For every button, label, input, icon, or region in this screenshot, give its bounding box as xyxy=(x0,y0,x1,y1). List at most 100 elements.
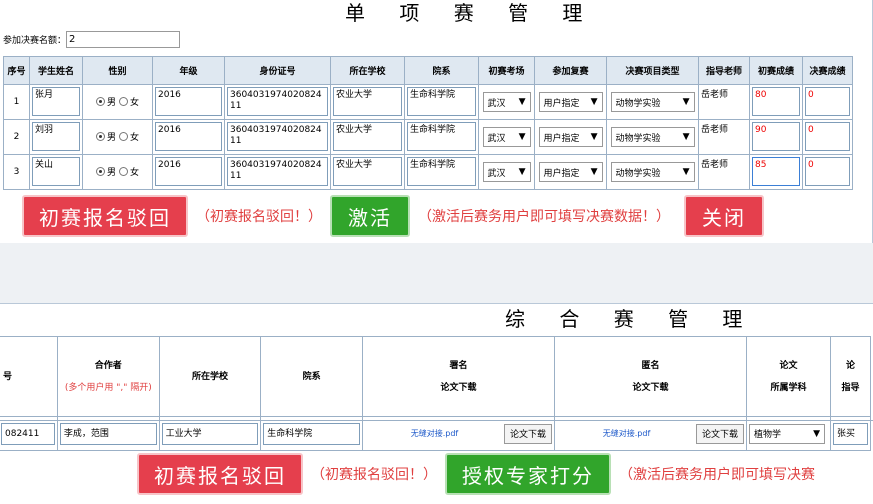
col-header: 院系 xyxy=(404,56,479,85)
type-cell: 动物学实验 ▼ xyxy=(606,154,699,190)
school-input[interactable]: 农业大学 xyxy=(333,122,402,151)
score1-input[interactable]: 80 xyxy=(752,87,800,116)
dept-cell[interactable]: 生命科学院 xyxy=(404,84,479,120)
grade-cell[interactable]: 2016 xyxy=(152,154,225,190)
dept-cell[interactable]: 生命科学院 xyxy=(404,154,479,190)
school-cell[interactable]: 农业大学 xyxy=(330,154,405,190)
venue-select[interactable]: 武汉 ▼ xyxy=(482,127,531,147)
venue-select[interactable]: 武汉 ▼ xyxy=(482,162,531,182)
table-header: 号 合作者 (多个用户用 "," 隔开) 所在学校 院系 署名 论文下载 匿名 … xyxy=(0,336,871,417)
col-header: 所在学校 xyxy=(158,336,262,417)
col-header-coauthor: 合作者 (多个用户用 "," 隔开) xyxy=(56,336,160,417)
activate-hint: （激活后赛务用户即可填写决赛 xyxy=(619,467,815,483)
retest-select[interactable]: 用户指定 ▼ xyxy=(538,92,603,112)
grade-cell[interactable]: 2016 xyxy=(152,119,225,155)
dropdown-arrow-icon: ▼ xyxy=(682,132,690,142)
col-header: 身份证号 xyxy=(224,56,331,85)
radio-checked-icon xyxy=(96,132,106,141)
score2-input[interactable]: 0 xyxy=(805,87,850,116)
score1-input[interactable]: 85 xyxy=(752,157,800,186)
name-cell[interactable]: 刘羽 xyxy=(29,119,83,155)
name-input[interactable]: 刘羽 xyxy=(32,122,80,151)
dropdown-arrow-icon: ▼ xyxy=(518,97,526,107)
radio-checked-icon xyxy=(96,97,106,106)
table-row: 3 关山 男 女 2016 360403197402082411 农业大学 生命… xyxy=(3,154,853,190)
retest-select[interactable]: 用户指定 ▼ xyxy=(538,127,603,147)
score2-cell[interactable]: 0 xyxy=(802,154,853,190)
activate-button[interactable]: 激活 xyxy=(330,195,410,237)
col-header: 初赛成绩 xyxy=(749,56,803,85)
col-header: 决赛项目类型 xyxy=(606,56,699,85)
id-cell[interactable]: 360403197402082411 xyxy=(224,119,331,155)
type-select[interactable]: 动物学实验 ▼ xyxy=(610,127,695,147)
quota-input[interactable] xyxy=(66,31,181,48)
id-input[interactable]: 360403197402082411 xyxy=(227,122,328,151)
row-number: 2 xyxy=(3,119,30,155)
school-input[interactable]: 农业大学 xyxy=(333,157,402,186)
score2-input[interactable]: 0 xyxy=(805,122,850,151)
gender-male-radio[interactable]: 男 xyxy=(96,130,116,143)
id-input[interactable]: 360403197402082411 xyxy=(227,87,328,116)
radio-unchecked-icon xyxy=(118,132,128,141)
col-header: 院系 xyxy=(260,336,363,417)
grade-input[interactable]: 2016 xyxy=(155,157,222,186)
retest-cell: 用户指定 ▼ xyxy=(534,154,607,190)
authorize-expert-scoring-button[interactable]: 授权专家打分 xyxy=(445,453,611,495)
id-cell[interactable]: 360403197402082411 xyxy=(224,84,331,120)
dept-input[interactable]: 生命科学院 xyxy=(407,122,476,151)
dropdown-arrow-icon: ▼ xyxy=(518,167,526,177)
school-cell[interactable]: 农业大学 xyxy=(330,119,405,155)
dept-input[interactable]: 生命科学院 xyxy=(407,87,476,116)
school-input[interactable]: 农业大学 xyxy=(333,87,402,116)
type-select[interactable]: 动物学实验 ▼ xyxy=(610,162,695,182)
gender-male-radio[interactable]: 男 xyxy=(96,165,116,178)
dept-input[interactable]: 生命科学院 xyxy=(407,157,476,186)
gender-female-radio[interactable]: 女 xyxy=(118,165,139,178)
reject-registration-button[interactable]: 初赛报名驳回 xyxy=(22,195,188,237)
table-row: 1 张月 男 女 2016 360403197402082411 农业大学 生命… xyxy=(3,84,853,120)
venue-select[interactable]: 武汉 ▼ xyxy=(482,92,531,112)
gender-male-radio[interactable]: 男 xyxy=(96,95,116,108)
teacher-cell: 岳老师 xyxy=(698,84,750,120)
col-header-subject: 论文 所属学科 xyxy=(746,336,831,417)
teacher-cell: 岳老师 xyxy=(698,119,750,155)
type-select[interactable]: 动物学实验 ▼ xyxy=(610,92,695,112)
gender-female-radio[interactable]: 女 xyxy=(118,130,139,143)
venue-cell: 武汉 ▼ xyxy=(478,119,535,155)
col-header: 性别 xyxy=(82,56,153,85)
col-header: 初赛考场 xyxy=(478,56,535,85)
gender-female-radio[interactable]: 女 xyxy=(118,95,139,108)
reject-hint: （初赛报名驳回！） xyxy=(311,467,437,483)
teacher-cell: 岳老师 xyxy=(698,154,750,190)
score2-cell[interactable]: 0 xyxy=(802,84,853,120)
page-background xyxy=(0,243,873,303)
score1-cell[interactable]: 80 xyxy=(749,84,803,120)
retest-select[interactable]: 用户指定 ▼ xyxy=(538,162,603,182)
name-input[interactable]: 张月 xyxy=(32,87,80,116)
col-header-signed: 署名 论文下载 xyxy=(361,336,556,417)
comprehensive-event-panel: 综 合 赛 管 理 号 合作者 (多个用户用 "," 隔开) 所在学校 院系 署… xyxy=(0,303,873,503)
reject-registration-button[interactable]: 初赛报名驳回 xyxy=(137,453,303,495)
single-event-table: 序号 学生姓名 性别 年级 身份证号 所在学校 院系 初赛考场 参加复赛 决赛项… xyxy=(3,56,853,190)
id-cell[interactable]: 360403197402082411 xyxy=(224,154,331,190)
score1-cell[interactable]: 90 xyxy=(749,119,803,155)
id-input[interactable]: 360403197402082411 xyxy=(227,157,328,186)
score2-input[interactable]: 0 xyxy=(805,157,850,186)
name-cell[interactable]: 关山 xyxy=(29,154,83,190)
name-input[interactable]: 关山 xyxy=(32,157,80,186)
score2-cell[interactable]: 0 xyxy=(802,119,853,155)
grade-input[interactable]: 2016 xyxy=(155,122,222,151)
school-cell[interactable]: 农业大学 xyxy=(330,84,405,120)
type-cell: 动物学实验 ▼ xyxy=(606,84,699,120)
gender-cell: 男 女 xyxy=(82,119,153,155)
grade-cell[interactable]: 2016 xyxy=(152,84,225,120)
score1-input[interactable]: 90 xyxy=(752,122,800,151)
grade-input[interactable]: 2016 xyxy=(155,87,222,116)
score1-cell[interactable]: 85 xyxy=(749,154,803,190)
retest-cell: 用户指定 ▼ xyxy=(534,84,607,120)
close-button[interactable]: 关闭 xyxy=(684,195,764,237)
dropdown-arrow-icon: ▼ xyxy=(590,167,598,177)
dept-cell[interactable]: 生命科学院 xyxy=(404,119,479,155)
name-cell[interactable]: 张月 xyxy=(29,84,83,120)
gender-cell: 男 女 xyxy=(82,154,153,190)
